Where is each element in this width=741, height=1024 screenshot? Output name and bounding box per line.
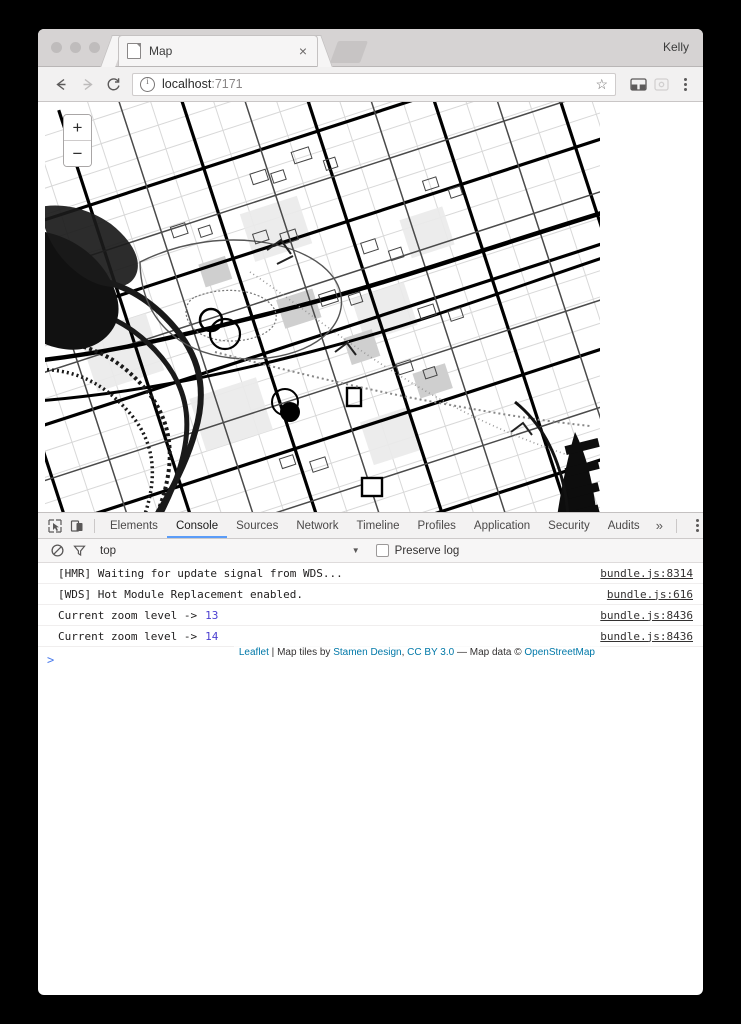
document-icon [127,43,141,59]
tab-profiles[interactable]: Profiles [409,513,465,538]
preserve-log-toggle[interactable]: Preserve log [375,544,460,557]
message-text: Current zoom level -> [58,608,198,622]
extension-grid-icon[interactable] [653,77,670,92]
preserve-log-label: Preserve log [394,544,460,557]
attrib-tiles-by: Map tiles by [277,647,334,658]
console-message[interactable]: Current zoom level -> 14 bundle.js:8436 [38,626,703,647]
message-text: Current zoom level -> [58,629,198,643]
tab-audits[interactable]: Audits [599,513,649,538]
browser-tab-map[interactable]: Map × [118,35,318,66]
browser-menu-icon[interactable] [677,77,693,91]
message-value: 14 [205,629,219,643]
message-text: [HMR] Waiting for update signal from WDS… [58,566,343,580]
console-message[interactable]: [WDS] Hot Module Replacement enabled. bu… [38,584,703,605]
actions-divider [675,518,677,533]
map-attribution: Leaflet | Map tiles by Stamen Design, CC… [233,646,600,659]
message-source-link[interactable]: bundle.js:8436 [600,630,693,643]
maximize-window-button[interactable] [89,42,100,53]
license-link[interactable]: CC BY 3.0 [407,647,454,658]
back-icon[interactable] [48,71,74,97]
tab-title: Map [149,44,173,58]
toolbar-divider [94,518,95,533]
extension-icon[interactable] [630,77,647,92]
message-source-link[interactable]: bundle.js:8314 [600,567,693,580]
forward-icon[interactable] [74,71,100,97]
new-tab-button[interactable] [329,41,369,63]
console-filter-bar: top ▼ Preserve log [38,539,703,563]
tab-elements[interactable]: Elements [101,513,167,538]
minimize-window-button[interactable] [70,42,81,53]
attrib-dash: — Map data © [454,647,525,658]
url-host: localhost [162,77,212,91]
map-zoom-control[interactable]: + − [63,114,92,167]
more-tabs-icon[interactable]: » [649,518,670,533]
tab-security[interactable]: Security [539,513,599,538]
message-source-link[interactable]: bundle.js:616 [607,588,693,601]
page-content: + − Leaflet | Map tiles by Stamen Design… [38,102,703,754]
devtools-panel: Elements Console Sources Network Timelin… [38,512,703,754]
clear-console-icon[interactable] [46,541,68,561]
url-text: localhost:7171 [162,77,243,91]
console-message[interactable]: [HMR] Waiting for update signal from WDS… [38,563,703,584]
message-text: [WDS] Hot Module Replacement enabled. [58,587,304,601]
chevron-down-icon[interactable]: ▼ [352,546,360,555]
preserve-log-checkbox[interactable] [375,544,389,557]
devtools-tab-bar: Elements Console Sources Network Timelin… [38,513,703,539]
filter-icon[interactable] [68,541,90,561]
url-port: :7171 [211,77,243,91]
browser-toolbar: localhost:7171 ☆ [38,67,703,102]
console-context-selector[interactable]: top [100,545,116,557]
address-bar[interactable]: localhost:7171 ☆ [132,72,616,96]
message-value: 13 [205,608,219,622]
window-traffic-lights [51,42,100,53]
tab-sources[interactable]: Sources [227,513,287,538]
zoom-in-button[interactable]: + [64,115,91,141]
inspect-element-icon[interactable] [44,516,66,536]
reload-icon[interactable] [100,71,126,97]
close-window-button[interactable] [51,42,62,53]
devtools-actions: ✕ [670,518,703,533]
devtools-settings-icon[interactable] [690,519,703,532]
browser-window: Map × Kelly localhost:7171 ☆ [38,29,703,995]
zoom-out-button[interactable]: − [64,141,91,166]
profile-name[interactable]: Kelly [663,40,689,54]
tab-console[interactable]: Console [166,513,228,538]
message-source-link[interactable]: bundle.js:8436 [600,609,693,622]
tab-strip: Map × Kelly [38,29,703,67]
stamen-link[interactable]: Stamen Design [333,647,401,658]
console-message[interactable]: Current zoom level -> 13 bundle.js:8436 [38,605,703,626]
attrib-sep: | [268,647,278,658]
openstreetmap-link[interactable]: OpenStreetMap [524,647,595,658]
bookmark-star-icon[interactable]: ☆ [595,77,608,91]
leaflet-link[interactable]: Leaflet [239,647,269,658]
close-icon[interactable]: × [297,44,309,58]
device-toolbar-icon[interactable] [66,516,88,536]
info-icon[interactable] [140,76,155,92]
tab-timeline[interactable]: Timeline [348,513,409,538]
tab-network[interactable]: Network [287,513,347,538]
prompt-caret: > [47,653,55,667]
tab-application[interactable]: Application [465,513,539,538]
